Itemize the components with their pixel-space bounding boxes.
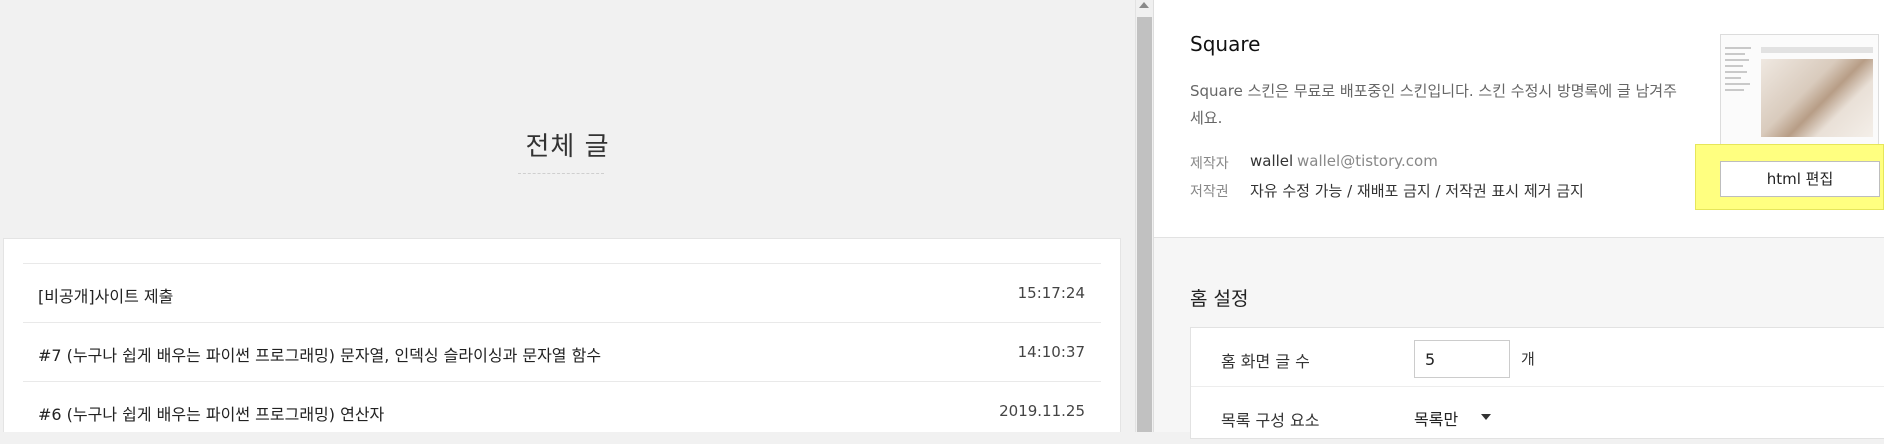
author-label: 제작자: [1190, 156, 1229, 172]
list-components-label: 목록 구성 요소: [1221, 411, 1320, 430]
post-count-unit: 개: [1521, 350, 1535, 368]
author-email: wallel@tistory.com: [1297, 152, 1438, 170]
list-components-row: 목록 구성 요소 목록만: [1191, 386, 1884, 444]
skin-settings-panel: Square Square 스킨은 무료로 배포중인 스킨입니다. 스킨 수정시…: [1153, 0, 1884, 439]
skin-description: Square 스킨은 무료로 배포중인 스킨입니다. 스킨 수정시 방명록에 글…: [1190, 82, 1677, 127]
list-components-select[interactable]: 목록만: [1414, 406, 1458, 430]
post-list-card: [비공개]사이트 제출 15:17:24 #7 (누구나 쉽게 배우는 파이썬 …: [3, 238, 1121, 432]
skin-thumbnail: [1720, 34, 1879, 154]
title-underline: [518, 173, 604, 174]
post-list: [비공개]사이트 제출 15:17:24 #7 (누구나 쉽게 배우는 파이썬 …: [23, 263, 1101, 432]
thumbnail-photo: [1761, 59, 1873, 137]
preview-scrollbar[interactable]: [1135, 0, 1153, 432]
author-name: wallel: [1250, 152, 1294, 170]
skin-info-card: Square Square 스킨은 무료로 배포중인 스킨입니다. 스킨 수정시…: [1154, 0, 1884, 238]
home-settings-title: 홈 설정: [1190, 288, 1249, 310]
post-count-row: 홈 화면 글 수 개: [1191, 328, 1884, 385]
post-date: 15:17:24: [1017, 284, 1085, 302]
html-edit-button[interactable]: html 편집: [1720, 161, 1880, 197]
license-value: 자유 수정 가능 / 재배포 금지 / 저작권 표시 제거 금지: [1250, 182, 1584, 200]
home-settings-card: 홈 화면 글 수 개 목록 구성 요소 목록만: [1190, 327, 1884, 439]
post-count-label: 홈 화면 글 수: [1221, 352, 1310, 371]
blog-preview: 전체 글 [비공개]사이트 제출 15:17:24 #7 (누구나 쉽게 배우는…: [0, 0, 1135, 432]
post-count-input[interactable]: [1414, 340, 1510, 378]
post-date: 2019.11.25: [999, 402, 1085, 420]
post-title[interactable]: [비공개]사이트 제출: [38, 283, 173, 307]
post-row[interactable]: #6 (누구나 쉽게 배우는 파이썬 프로그래밍) 연산자 2019.11.25: [23, 381, 1101, 432]
scroll-up-arrow-icon[interactable]: [1139, 2, 1149, 8]
post-title[interactable]: #7 (누구나 쉽게 배우는 파이썬 프로그래밍) 문자열, 인덱싱 슬라이싱과…: [38, 342, 601, 366]
chevron-down-icon[interactable]: [1481, 414, 1491, 420]
skin-name: Square: [1190, 32, 1261, 56]
post-row[interactable]: [비공개]사이트 제출 15:17:24: [23, 263, 1101, 322]
page-title: 전체 글: [525, 132, 610, 162]
scrollbar-thumb[interactable]: [1137, 17, 1152, 432]
post-date: 14:10:37: [1017, 343, 1085, 361]
post-title[interactable]: #6 (누구나 쉽게 배우는 파이썬 프로그래밍) 연산자: [38, 401, 384, 425]
post-row[interactable]: #7 (누구나 쉽게 배우는 파이썬 프로그래밍) 문자열, 인덱싱 슬라이싱과…: [23, 322, 1101, 381]
license-label: 저작권: [1190, 184, 1229, 200]
